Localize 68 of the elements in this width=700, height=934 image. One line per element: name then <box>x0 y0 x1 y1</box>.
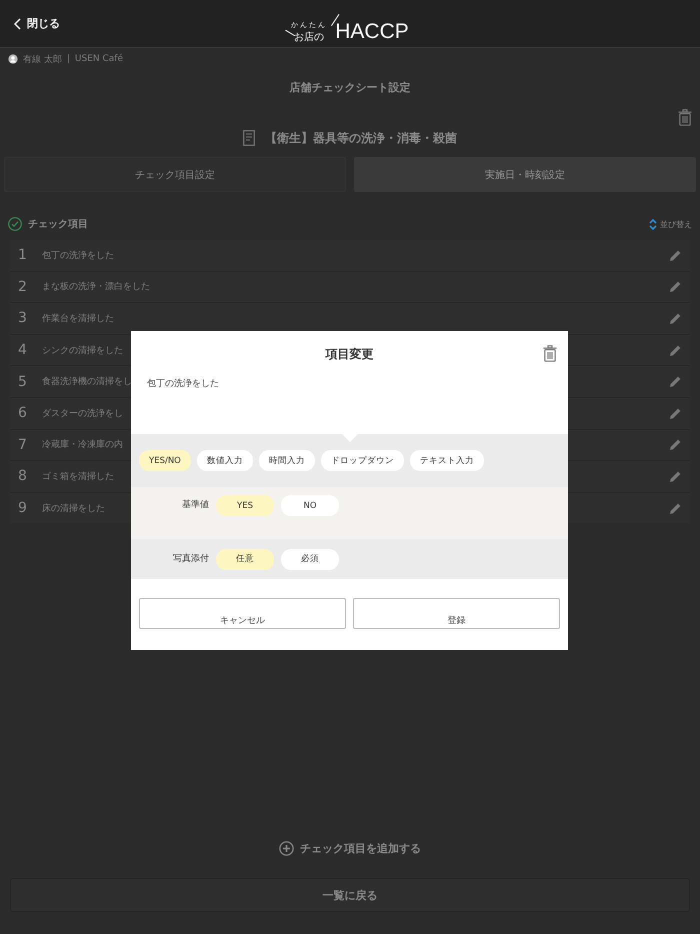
separator: | <box>66 54 70 64</box>
add-item-button[interactable]: チェック項目を追加する <box>277 839 423 858</box>
item-label: 床の清掃をした <box>42 502 105 515</box>
trash-icon[interactable] <box>543 345 557 362</box>
pencil-icon[interactable] <box>669 406 682 420</box>
store-name: USEN Café <box>74 54 124 64</box>
item-label: ダスターの洗浄をし <box>42 408 123 420</box>
item-number: 7 <box>18 436 28 453</box>
pencil-icon[interactable] <box>669 375 682 388</box>
pencil-icon[interactable] <box>669 344 682 357</box>
dialog-button[interactable]: キャンセル <box>139 598 346 629</box>
option-chip[interactable]: NO <box>281 495 339 516</box>
item-number: 9 <box>18 500 28 516</box>
pencil-icon[interactable] <box>669 312 682 325</box>
list-row[interactable]: 1 包丁の洗浄をした <box>10 240 690 271</box>
option-chip[interactable]: 必須 <box>281 548 339 570</box>
item-text-field[interactable]: 包丁の洗浄をした <box>131 375 568 434</box>
item-label: 作業台を清掃した <box>42 312 114 325</box>
list-row[interactable]: 3 作業台を清掃した <box>10 303 690 334</box>
option-chip[interactable]: YES/NO <box>139 450 191 471</box>
item-number: 1 <box>18 247 28 264</box>
pencil-icon[interactable] <box>669 502 682 515</box>
setting-label: 写真添付 <box>172 552 209 566</box>
logo-title: HACCP <box>335 21 409 42</box>
close-button[interactable]: 閉じる <box>12 14 62 33</box>
logo-subtitle: お店の <box>294 30 324 44</box>
item-label: 食器洗浄機の清掃をし <box>42 376 132 388</box>
item-label: ゴミ箱を清掃した <box>42 470 114 483</box>
item-label: 包丁の洗浄をした <box>42 250 114 262</box>
pencil-icon[interactable] <box>669 438 682 452</box>
sheet-title: 【衛生】器具等の洗浄・消毒・殺菌 <box>265 130 457 146</box>
item-number: 4 <box>18 342 28 358</box>
item-number: 5 <box>18 374 28 390</box>
dialog-button[interactable]: 登録 <box>353 598 560 629</box>
setting-label: 基準値 <box>181 498 209 512</box>
option-chip[interactable]: 数値入力 <box>196 450 253 471</box>
chevron-left-icon <box>14 18 21 30</box>
option-chip[interactable]: 任意 <box>216 548 274 570</box>
pencil-icon[interactable] <box>669 280 682 294</box>
item-label: 冷蔵庫・冷凍庫の内 <box>42 438 123 452</box>
tab[interactable]: チェック項目設定 <box>4 157 346 192</box>
user-name: 有線 太郎 <box>23 54 62 66</box>
back-to-list-button[interactable]: 一覧に戻る <box>10 878 690 912</box>
option-chip[interactable]: YES <box>216 495 274 516</box>
option-chip[interactable]: ドロップダウン <box>320 450 404 471</box>
tab[interactable]: 実施日・時刻設定 <box>354 157 696 192</box>
page-title: 店舗チェックシート設定 <box>290 80 410 95</box>
item-number: 8 <box>18 468 28 484</box>
pencil-icon[interactable] <box>669 248 682 262</box>
item-number: 6 <box>18 405 28 422</box>
slash-icon <box>285 30 296 36</box>
plus-circle-icon <box>279 841 294 856</box>
sort-button[interactable]: 並び替え <box>649 218 692 230</box>
section-title: チェック項目 <box>28 218 89 231</box>
item-number: 3 <box>18 310 28 326</box>
option-chip[interactable]: テキスト入力 <box>410 450 484 471</box>
item-number: 2 <box>18 278 28 295</box>
item-label: まな板の洗浄・漂白をした <box>42 280 150 294</box>
user-icon <box>8 54 18 64</box>
pencil-icon[interactable] <box>669 470 682 483</box>
list-row[interactable]: 2 まな板の洗浄・漂白をした <box>10 272 690 302</box>
check-circle-icon <box>8 217 22 231</box>
document-icon <box>243 130 255 146</box>
dialog-title: 項目変更 <box>326 346 374 362</box>
option-chip[interactable]: 時間入力 <box>258 450 315 471</box>
trash-icon[interactable] <box>678 109 692 126</box>
sort-icon <box>649 218 657 230</box>
item-label: シンクの清掃をした <box>42 344 123 357</box>
